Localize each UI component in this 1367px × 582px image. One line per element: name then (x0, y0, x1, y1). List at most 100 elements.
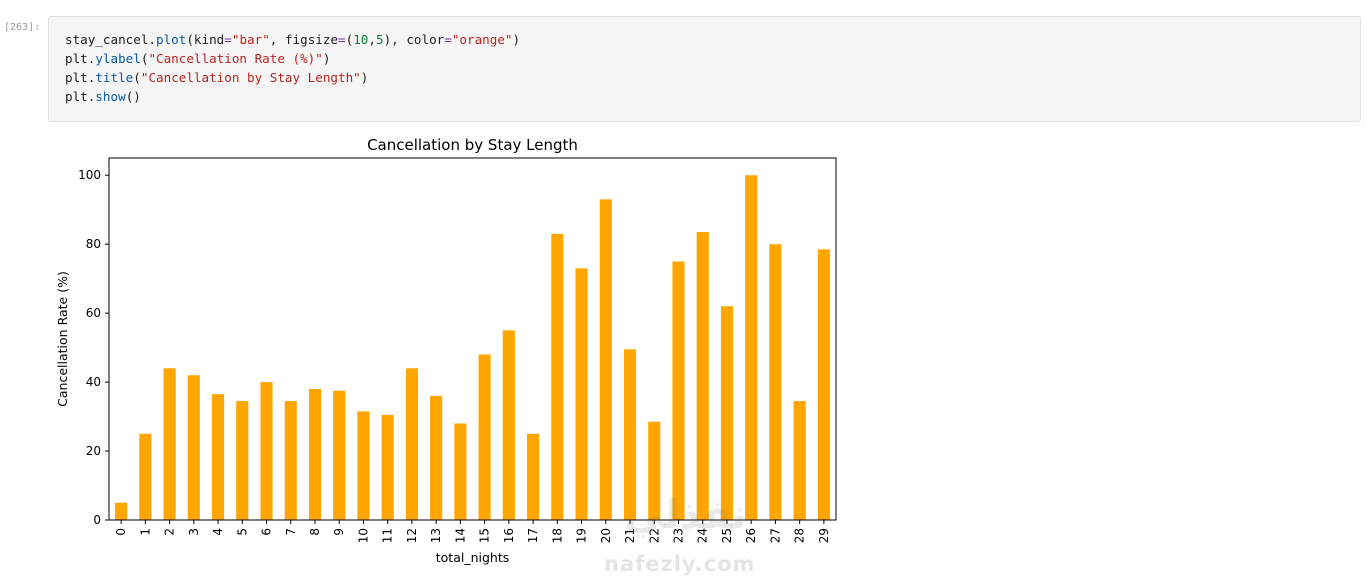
x-tick-label: 1 (138, 528, 152, 536)
bar-chart: 0204060801000 1 2 3 4 5 6 7 8 9 10 11 12 13 14 15 16 17 18… (55, 136, 837, 565)
code-line: plt.show() (65, 87, 520, 106)
code-token: ( (133, 70, 141, 85)
code-token: title (95, 70, 134, 85)
code-token: = (338, 32, 346, 47)
x-tick-label: 20 (599, 528, 613, 543)
bar-19 (575, 268, 588, 520)
bar-4 (211, 394, 225, 520)
bar-28 (793, 401, 806, 520)
code-cell[interactable]: stay_cancel.plot(kind="bar", figsize=(10… (48, 16, 1361, 122)
code-token: plt. (65, 51, 96, 66)
y-tick-label: 60 (86, 306, 101, 320)
y-tick-label: 40 (86, 375, 101, 389)
x-tick-label: 10 (356, 528, 370, 543)
code-editor[interactable]: stay_cancel.plot(kind="bar", figsize=(10… (65, 30, 520, 106)
code-line: stay_cancel.plot(kind="bar", figsize=(10… (65, 30, 520, 49)
bar-9 (333, 390, 346, 520)
x-tick-label: 26 (744, 528, 758, 543)
bar-25 (720, 306, 734, 520)
x-tick-label: 27 (768, 528, 782, 543)
code-token: "Cancellation Rate (%)" (148, 51, 323, 66)
code-token: 5 (375, 32, 384, 47)
code-token: ), color (383, 32, 445, 47)
bar-16 (502, 330, 515, 520)
code-token: ) (360, 70, 369, 85)
x-tick-label: 29 (817, 528, 831, 543)
y-tick-label: 100 (78, 168, 101, 182)
x-tick-label: 9 (332, 528, 346, 536)
bar-17 (527, 433, 540, 520)
bar-12 (405, 368, 418, 520)
code-token: = (444, 32, 452, 47)
code-token: , (368, 32, 376, 47)
cell-prompt: [263]: (4, 22, 41, 33)
bar-29 (817, 249, 830, 521)
x-tick-label: 13 (429, 528, 443, 543)
x-tick-label: 25 (720, 528, 734, 543)
bar-23 (672, 261, 685, 520)
bar-3 (187, 375, 200, 520)
x-tick-label: 22 (647, 528, 661, 543)
x-tick-label: 21 (623, 528, 637, 543)
y-tick-label: 80 (86, 237, 101, 251)
x-axis-label: total_nights (436, 550, 510, 565)
code-line: plt.ylabel("Cancellation Rate (%)") (65, 49, 520, 68)
chart-title: Cancellation by Stay Length (367, 136, 578, 154)
code-token: "Cancellation by Stay Length" (140, 70, 361, 85)
x-tick-label: 6 (260, 528, 274, 536)
code-token: ylabel (95, 51, 141, 66)
bar-8 (308, 388, 322, 520)
bar-21 (623, 349, 637, 520)
code-token: ) (322, 51, 331, 66)
code-token: () (125, 89, 141, 104)
x-tick-label: 23 (671, 528, 685, 543)
x-tick-label: 5 (235, 528, 249, 536)
y-tick-label: 20 (86, 444, 101, 458)
code-token: "bar" (231, 32, 270, 47)
x-tick-label: 11 (381, 528, 395, 543)
x-tick-label: 14 (453, 528, 467, 543)
code-line: plt.title("Cancellation by Stay Length") (65, 68, 520, 87)
code-token: , figsize (269, 32, 339, 47)
code-token: = (224, 32, 232, 47)
bar-24 (696, 232, 709, 520)
code-token: plot (156, 32, 187, 47)
x-tick-label: 8 (308, 528, 322, 536)
x-tick-label: 3 (187, 528, 201, 536)
y-axis-label: Cancellation Rate (%) (55, 271, 70, 407)
cell-output: 0 20 40 60 80 100 0 1 2 3 4 5 6 7 8 9 10 11 12 13 14 15 16 17 18… (48, 128, 848, 578)
x-tick-label: 4 (211, 528, 225, 536)
bar-22 (648, 421, 661, 520)
x-tick-label: 16 (502, 528, 516, 543)
bar-10 (357, 411, 370, 520)
x-tick-label: 18 (550, 528, 564, 543)
bar-11 (381, 414, 394, 520)
x-tick-label: 19 (575, 528, 589, 543)
code-token: "orange" (451, 32, 513, 47)
code-token: ) (512, 32, 521, 47)
bar-20 (599, 199, 612, 520)
x-tick-label: 12 (405, 528, 419, 543)
x-tick-label: 2 (163, 528, 177, 536)
x-tick-label: 28 (793, 528, 807, 543)
x-tick-label: 17 (526, 528, 540, 543)
code-token: (kind (186, 32, 225, 47)
bar-1 (139, 433, 152, 520)
code-token: plt. (65, 89, 96, 104)
bar-6 (260, 382, 273, 520)
bar-26 (745, 175, 758, 521)
bar-13 (430, 395, 443, 520)
y-tick-label: 0 (93, 513, 101, 527)
x-tick-label: 7 (284, 528, 298, 536)
bar-5 (236, 401, 249, 520)
bar-27 (769, 244, 782, 520)
bar-2 (163, 368, 176, 520)
bar-14 (454, 423, 467, 520)
code-token: 10 (353, 32, 369, 47)
bar-15 (478, 354, 491, 520)
code-token: stay_cancel. (65, 32, 156, 47)
bar-18 (551, 233, 564, 520)
x-tick-label: 24 (696, 528, 710, 543)
x-tick-label: 15 (478, 528, 492, 543)
bar-7 (284, 401, 297, 520)
